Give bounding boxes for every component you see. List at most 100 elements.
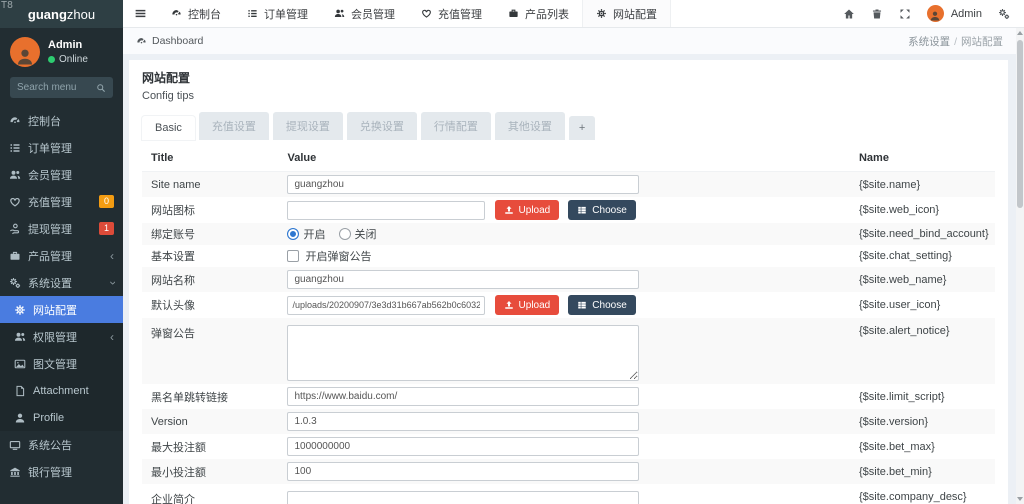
list-icon: [577, 205, 587, 215]
sidebar-item-attachment[interactable]: Attachment: [0, 377, 123, 404]
sidebar-item-withdraw[interactable]: 提现管理1: [0, 215, 123, 242]
table-row: Version {$site.version}: [142, 409, 995, 434]
tab-basic[interactable]: Basic: [142, 116, 195, 140]
tab-withdraw-settings[interactable]: 提现设置: [273, 112, 343, 140]
sidebar-item-label: 网站配置: [33, 302, 77, 318]
row-name: {$site.name}: [850, 172, 995, 198]
nav-tab-label: 网站配置: [613, 6, 657, 22]
orders-icon: [247, 8, 258, 19]
sidebar-item-profile[interactable]: Profile: [0, 404, 123, 431]
vertical-scrollbar[interactable]: [1016, 28, 1024, 504]
user-icon-input[interactable]: [287, 296, 485, 315]
choose-label: Choose: [592, 300, 626, 311]
tab-other-settings[interactable]: 其他设置: [495, 112, 565, 140]
sidebar-item-orders[interactable]: 订单管理: [0, 134, 123, 161]
logo-bold: guang: [28, 7, 67, 22]
tab-add-button[interactable]: +: [569, 116, 595, 140]
scroll-up-arrow-icon[interactable]: [1017, 31, 1023, 35]
radio-on[interactable]: [287, 228, 299, 240]
sidebar-user-status: Online: [59, 54, 88, 65]
search-icon[interactable]: [96, 83, 106, 93]
page-subtitle: Config tips: [142, 90, 995, 102]
tab-market-settings[interactable]: 行情配置: [421, 112, 491, 140]
user-menu[interactable]: Admin: [927, 5, 982, 22]
corner-tag: T8: [1, 0, 13, 11]
sidebar-item-media[interactable]: 图文管理: [0, 350, 123, 377]
sidebar-toggle-icon[interactable]: [123, 0, 158, 27]
web-name-input[interactable]: [287, 270, 639, 289]
settings-gears-icon[interactable]: [998, 8, 1010, 20]
breadcrumb[interactable]: Dashboard: [136, 35, 203, 47]
sidebar-item-permissions[interactable]: 权限管理‹: [0, 323, 123, 350]
row-title: 最小投注额: [142, 459, 278, 484]
tab-exchange-settings[interactable]: 兑换设置: [347, 112, 417, 140]
top-user-name: Admin: [951, 8, 982, 20]
version-input[interactable]: [287, 412, 639, 431]
col-header-title: Title: [142, 145, 278, 172]
row-title: Site name: [142, 172, 278, 198]
nav-tab-members[interactable]: 会员管理: [321, 0, 408, 27]
breadcrumb-home[interactable]: Dashboard: [152, 35, 203, 47]
alert-notice-textarea[interactable]: [287, 325, 639, 381]
table-row: 默认头像 Upload Choose {$site.user_icon}: [142, 292, 995, 318]
bank-icon: [9, 466, 21, 478]
breadcrumb-leaf: 网站配置: [961, 36, 1003, 48]
choose-label: Choose: [592, 205, 626, 216]
permissions-icon: [14, 331, 26, 343]
scroll-down-arrow-icon[interactable]: [1017, 497, 1023, 501]
avatar: [10, 37, 40, 67]
company-desc-textarea[interactable]: [287, 491, 639, 504]
withdraw-badge: 1: [99, 222, 114, 235]
sidebar-item-announcements[interactable]: 系统公告: [0, 431, 123, 458]
sidebar-item-members[interactable]: 会员管理: [0, 161, 123, 188]
profile-icon: [14, 412, 26, 424]
site-name-input[interactable]: [287, 175, 639, 194]
online-dot-icon: [48, 56, 55, 63]
nav-tab-recharge[interactable]: 充值管理: [408, 0, 495, 27]
web-icon-input[interactable]: [287, 201, 485, 220]
person-icon: [15, 47, 35, 67]
config-panel: 网站配置 Config tips Basic 充值设置 提现设置 兑换设置 行情…: [129, 60, 1008, 504]
upload-button[interactable]: Upload: [495, 200, 560, 220]
sidebar-item-site-config[interactable]: 网站配置: [0, 296, 123, 323]
trash-icon[interactable]: [871, 8, 883, 20]
sidebar-item-products[interactable]: 产品管理‹: [0, 242, 123, 269]
nav-tab-dashboard[interactable]: 控制台: [158, 0, 234, 27]
sidebar-item-system-settings[interactable]: 系统设置‹: [0, 269, 123, 296]
fullscreen-icon[interactable]: [899, 8, 911, 20]
choose-button[interactable]: Choose: [568, 200, 635, 220]
sidebar-item-label: 系统公告: [28, 437, 72, 453]
radio-off[interactable]: [339, 228, 351, 240]
upload-icon: [504, 205, 514, 215]
sidebar-menu: 控制台 订单管理 会员管理 充值管理0 提现管理1 产品管理‹ 系统设置‹ 网站…: [0, 107, 123, 485]
tab-recharge-settings[interactable]: 充值设置: [199, 112, 269, 140]
limit-script-input[interactable]: [287, 387, 639, 406]
search-input[interactable]: [17, 82, 96, 93]
sidebar-search[interactable]: [10, 77, 113, 98]
nav-tab-orders[interactable]: 订单管理: [234, 0, 321, 27]
nav-tab-site-config[interactable]: 网站配置: [582, 0, 671, 27]
config-table: Title Value Name Site name {$site.name} …: [142, 145, 995, 504]
bet-max-input[interactable]: [287, 437, 639, 456]
breadcrumb-parent[interactable]: 系统设置: [908, 36, 950, 48]
bet-min-input[interactable]: [287, 462, 639, 481]
popup-notice-checkbox[interactable]: [287, 250, 299, 262]
sidebar-item-dashboard[interactable]: 控制台: [0, 107, 123, 134]
chevron-left-icon: ‹: [110, 331, 114, 343]
app-logo[interactable]: guangzhou: [0, 0, 123, 28]
row-title: 网站图标: [142, 197, 278, 223]
nav-tab-products[interactable]: 产品列表: [495, 0, 582, 27]
upload-button[interactable]: Upload: [495, 295, 560, 315]
table-row: Site name {$site.name}: [142, 172, 995, 198]
announcement-icon: [9, 439, 21, 451]
scrollbar-thumb[interactable]: [1017, 40, 1023, 208]
nav-tab-label: 充值管理: [438, 6, 482, 22]
sidebar-item-banks[interactable]: 银行管理: [0, 458, 123, 485]
row-name: {$site.user_icon}: [850, 292, 995, 318]
choose-button[interactable]: Choose: [568, 295, 635, 315]
sidebar-item-label: 系统设置: [28, 275, 72, 291]
nav-tab-label: 会员管理: [351, 6, 395, 22]
home-icon[interactable]: [843, 8, 855, 20]
table-row: 最小投注额 {$site.bet_min}: [142, 459, 995, 484]
sidebar-item-recharge[interactable]: 充值管理0: [0, 188, 123, 215]
